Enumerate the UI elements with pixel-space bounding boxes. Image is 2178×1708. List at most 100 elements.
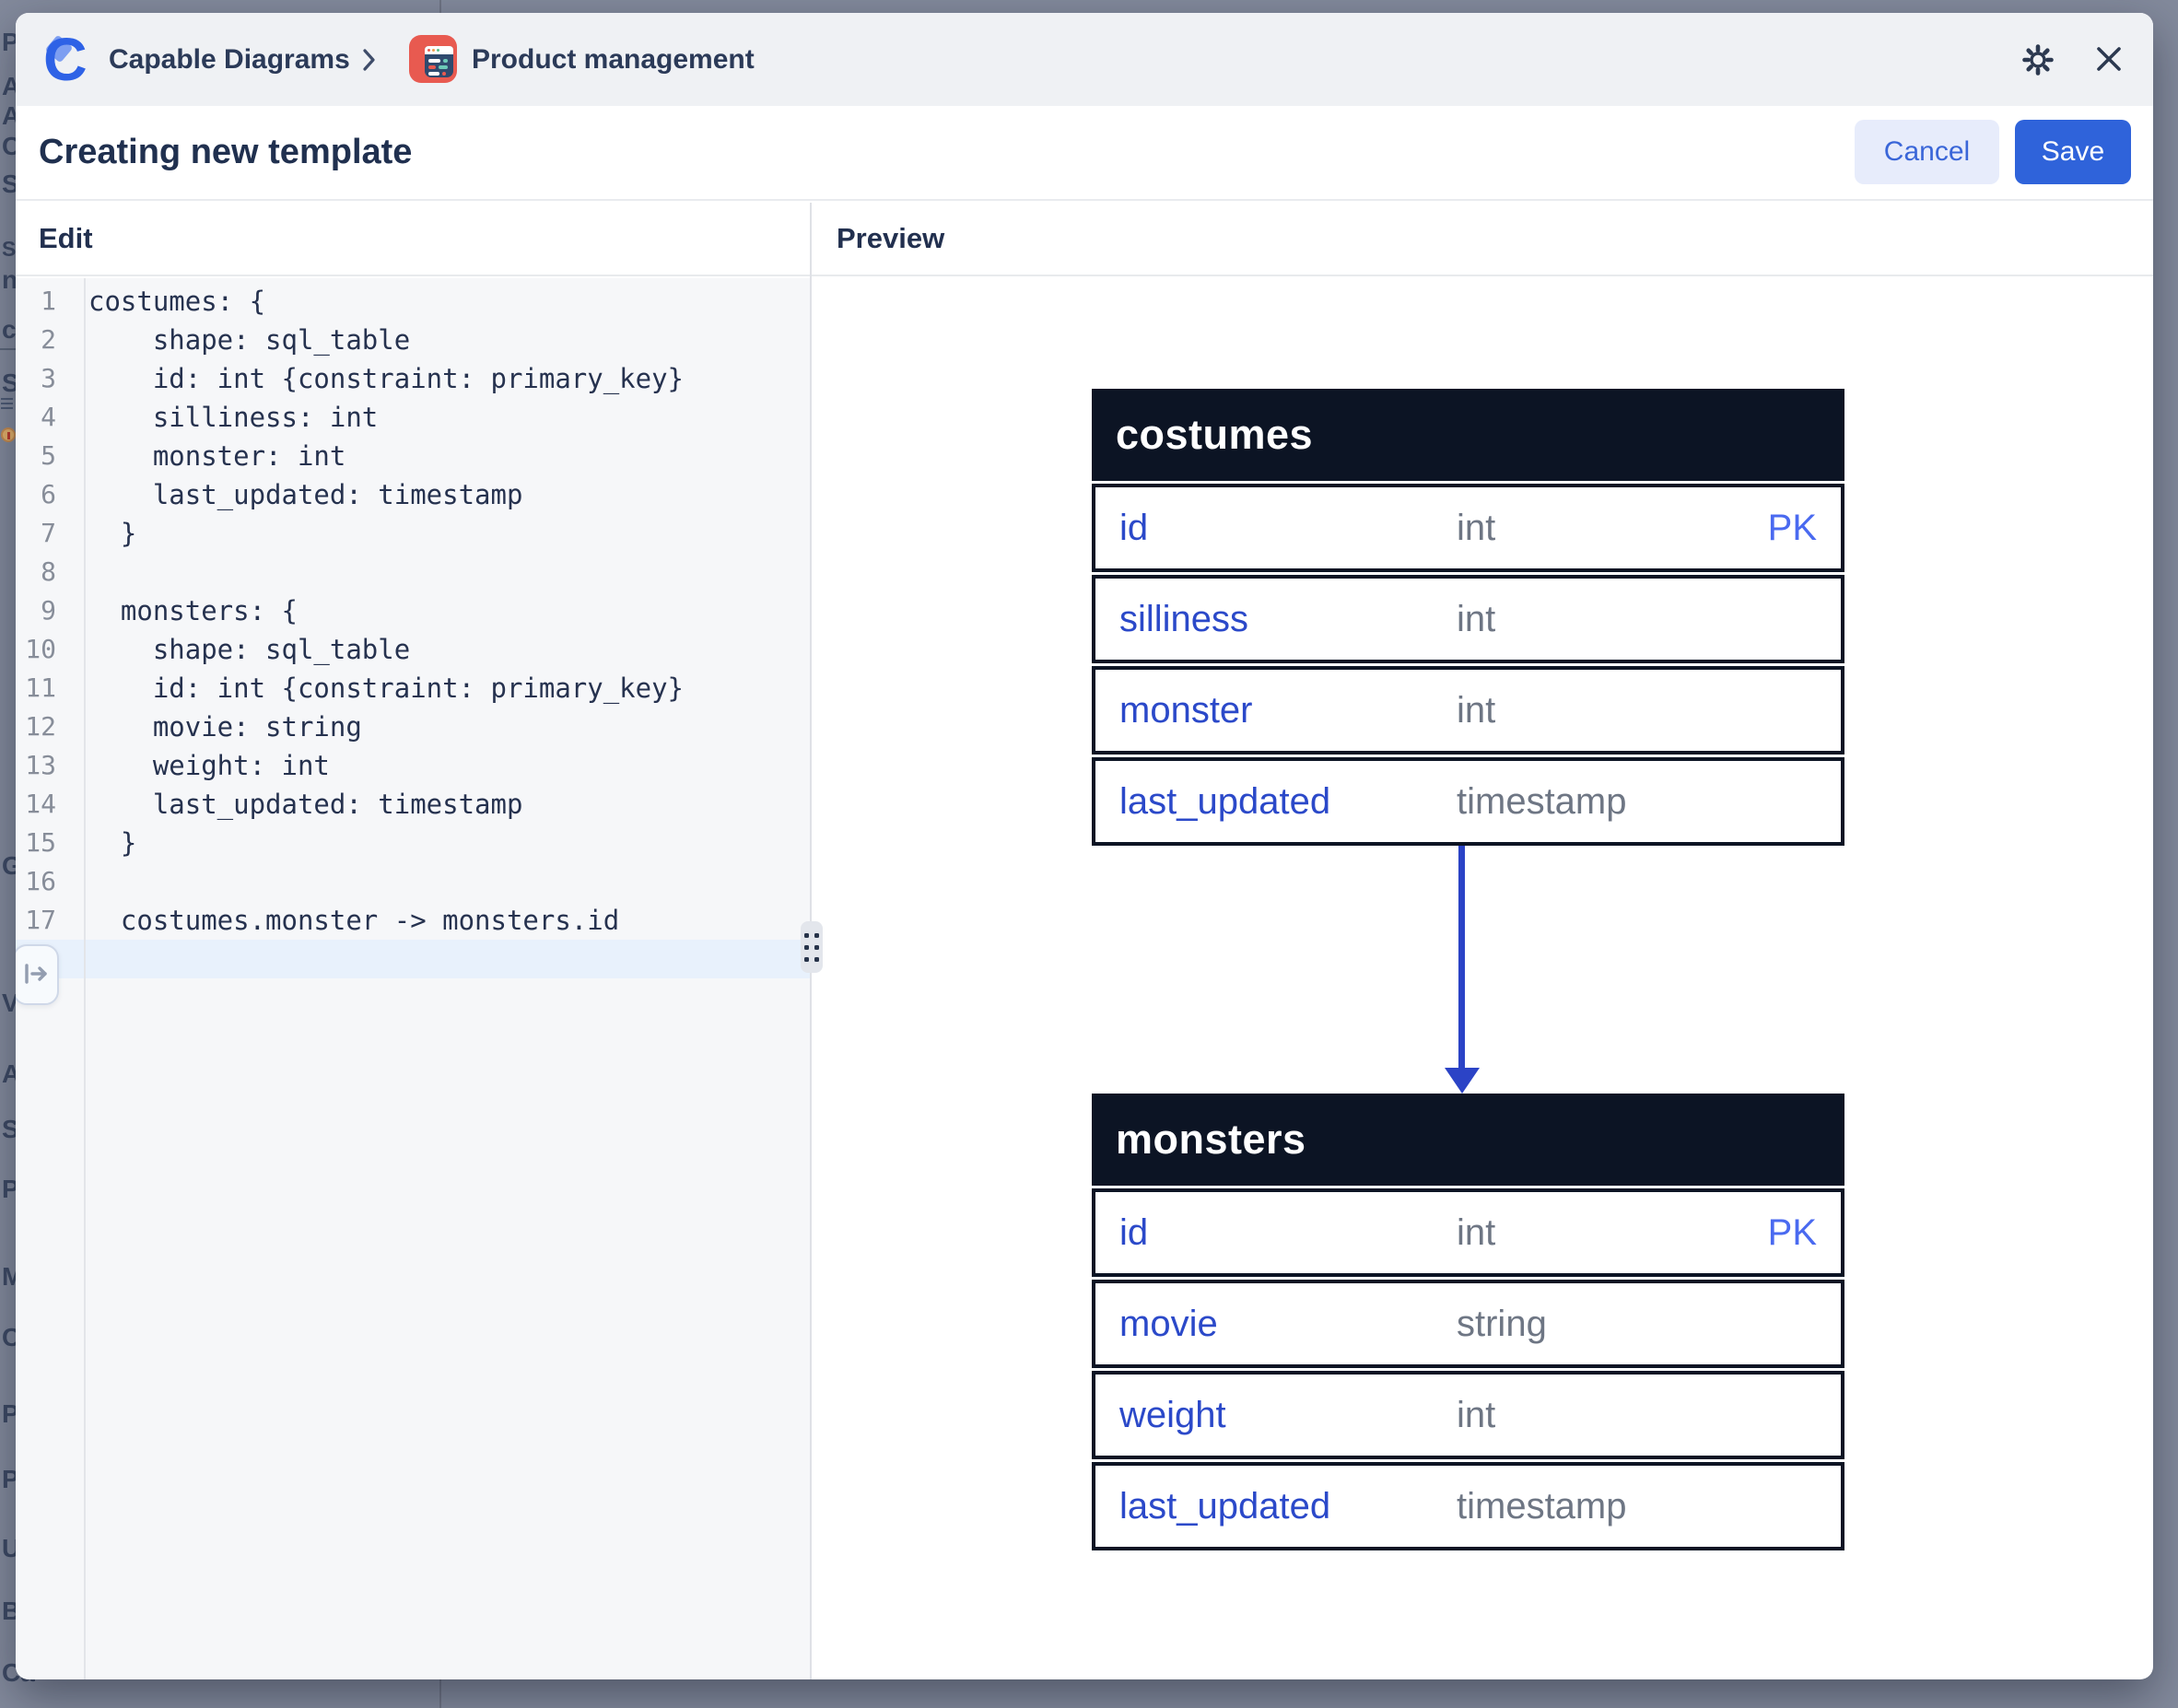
preview-pane-label: Preview [837,203,944,275]
table-row: movie string [1092,1280,1844,1368]
gear-icon [2020,42,2055,80]
background-pane-divider-top [439,0,441,13]
code-line[interactable]: 17 costumes.monster -> monsters.id [16,901,810,940]
close-modal-button[interactable] [2088,39,2130,81]
line-number: 14 [16,785,56,824]
line-text: } [88,824,136,862]
breadcrumb-bar: C Capable Diagrams Product management [16,13,2153,106]
active-code-line[interactable] [16,940,810,978]
line-text: costumes: { [88,282,265,321]
line-text: id: int {constraint: primary_key} [88,359,684,398]
line-number: 16 [16,862,56,901]
code-line[interactable]: 8 [16,553,810,591]
breadcrumb-app-name[interactable]: Capable Diagrams [109,13,350,106]
template-editor-modal: C Capable Diagrams Product management [16,13,2153,1679]
code-line[interactable]: 2 shape: sql_table [16,321,810,359]
code-line[interactable]: 16 [16,862,810,901]
line-number: 13 [16,746,56,785]
code-line[interactable]: 3 id: int {constraint: primary_key} [16,359,810,398]
save-button[interactable]: Save [2015,120,2131,184]
capable-diagrams-logo-icon: C [43,29,97,88]
close-icon [2095,45,2123,76]
line-number: 4 [16,398,56,437]
code-line[interactable]: 6 last_updated: timestamp [16,475,810,514]
relation-arrow-head [1445,1068,1480,1094]
line-number: 15 [16,824,56,862]
line-number: 7 [16,514,56,553]
splitter-drag-handle[interactable] [801,921,823,973]
line-number: 12 [16,708,56,746]
code-line[interactable]: 12 movie: string [16,708,810,746]
code-line[interactable]: 14 last_updated: timestamp [16,785,810,824]
line-text: shape: sql_table [88,630,410,669]
settings-button[interactable] [2017,40,2059,82]
field-name: movie [1119,1304,1218,1345]
table-row: id int PK [1092,484,1844,572]
line-text: monsters: { [88,591,298,630]
code-line[interactable]: 4 silliness: int [16,398,810,437]
line-text: silliness: int [88,398,378,437]
table-row: weight int [1092,1371,1844,1459]
code-editor[interactable]: 1 costumes: { 2 shape: sql_table 3 id: in… [16,278,810,1679]
field-name: id [1119,1212,1148,1254]
product-management-icon [409,35,457,83]
expand-right-icon [22,961,50,989]
code-line[interactable]: 13 weight: int [16,746,810,785]
code-content[interactable]: 1 costumes: { 2 shape: sql_table 3 id: in… [16,282,810,978]
line-text: movie: string [88,708,362,746]
field-type: timestamp [1457,781,1627,823]
field-name: last_updated [1119,1486,1330,1527]
diagram-table-monsters: monsters id int PK movie string weight i… [1092,1094,1844,1550]
code-line[interactable]: 7 } [16,514,810,553]
line-text: shape: sql_table [88,321,410,359]
field-name: weight [1119,1395,1226,1436]
code-line[interactable]: 10 shape: sql_table [16,630,810,669]
line-number: 11 [16,669,56,708]
code-line[interactable]: 15 } [16,824,810,862]
background-pane-divider-bottom [439,1679,441,1708]
line-number: 5 [16,437,56,475]
field-type: int [1457,1395,1495,1436]
gutter-divider [84,278,86,1679]
edit-pane-label: Edit [39,203,93,275]
page-title: Creating new template [39,106,412,199]
breadcrumb-page-name[interactable]: Product management [472,13,755,106]
line-text: id: int {constraint: primary_key} [88,669,684,708]
modal-header: Creating new template Cancel Save [16,106,2153,201]
line-text: costumes.monster -> monsters.id [88,901,619,940]
table-row: id int PK [1092,1188,1844,1277]
field-type: int [1457,599,1495,640]
line-text: last_updated: timestamp [88,475,522,514]
line-number: 2 [16,321,56,359]
field-type: int [1457,508,1495,549]
line-number: 6 [16,475,56,514]
table-row: last_updated timestamp [1092,1462,1844,1550]
line-number: 8 [16,553,56,591]
table-row: silliness int [1092,575,1844,663]
expand-editor-button[interactable] [16,944,59,1005]
field-type: string [1457,1304,1547,1345]
code-line[interactable]: 11 id: int {constraint: primary_key} [16,669,810,708]
pane-header-row: Edit Preview [16,203,2153,276]
relation-arrow-line [1458,846,1465,1068]
table-title: monsters [1092,1094,1844,1186]
line-number: 3 [16,359,56,398]
field-name: last_updated [1119,781,1330,823]
table-row: last_updated timestamp [1092,757,1844,846]
primary-key-badge: PK [1768,1212,1817,1254]
background-compass-icon [1,427,16,442]
line-number: 17 [16,901,56,940]
background-list-icon [1,398,14,412]
line-number: 10 [16,630,56,669]
diagram-table-costumes: costumes id int PK silliness int monster… [1092,389,1844,846]
code-line[interactable]: 9 monsters: { [16,591,810,630]
line-number: 1 [16,282,56,321]
cancel-button[interactable]: Cancel [1855,120,1999,184]
chevron-right-icon [362,13,377,106]
code-line[interactable]: 1 costumes: { [16,282,810,321]
field-name: monster [1119,690,1253,731]
line-text: last_updated: timestamp [88,785,522,824]
desktop-backdrop: Pr Al Ar Co Sp SH nc co Se G Vi An Se Pr… [0,0,2178,1708]
code-line[interactable]: 5 monster: int [16,437,810,475]
table-title: costumes [1092,389,1844,481]
